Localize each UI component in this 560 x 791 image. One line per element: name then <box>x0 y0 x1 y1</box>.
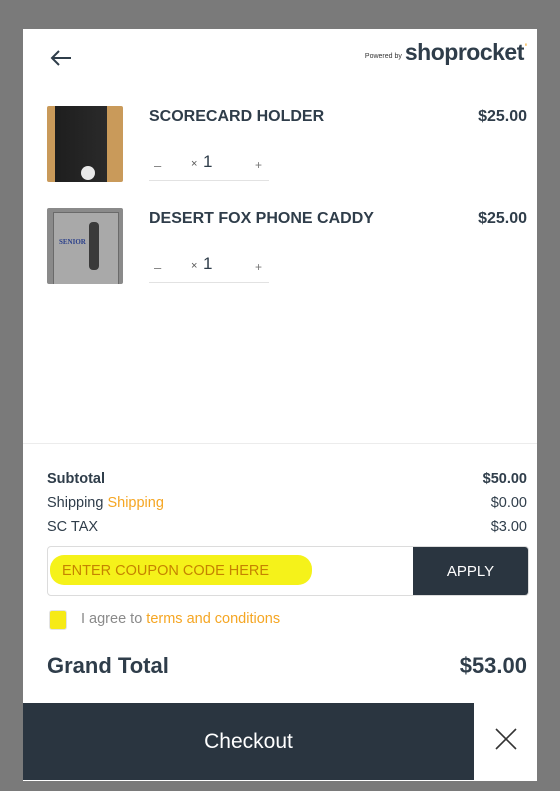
coupon-code-input[interactable] <box>48 547 413 595</box>
brand-name: shoprocket <box>404 39 524 65</box>
powered-by-text: Powered by <box>364 53 402 60</box>
decrease-quantity-button[interactable]: – <box>154 260 161 275</box>
item-price: $25.00 <box>478 108 527 125</box>
tax-label: SC TAX <box>47 519 99 535</box>
terms-agreement: I agree to terms and conditions <box>47 609 527 631</box>
product-card-graphic <box>53 212 119 284</box>
quantity-value[interactable]: 1 <box>203 152 212 172</box>
remove-item-button[interactable]: × <box>191 158 197 170</box>
quantity-stepper: – 1 + <box>149 150 269 181</box>
grand-total-label: Grand Total <box>47 653 169 678</box>
grand-total-value: $53.00 <box>459 653 527 678</box>
increase-quantity-button[interactable]: + <box>255 158 262 172</box>
product-logo-icon <box>81 166 95 180</box>
arrow-left-icon[interactable] <box>49 47 73 69</box>
shipping-link[interactable]: Shipping <box>107 495 163 511</box>
product-image: SENIOR <box>47 208 123 284</box>
quantity-stepper: – 1 + <box>149 252 269 283</box>
product-logo-text: SENIOR <box>59 238 86 246</box>
subtotal-value: $50.00 <box>482 471 527 487</box>
grand-total-row: Grand Total $53.00 <box>47 653 527 683</box>
checkout-button[interactable]: Checkout <box>23 703 474 780</box>
item-name: SCORECARD HOLDER <box>149 108 325 125</box>
cart-panel: Powered by shoprocket ' SCORECARD HOLDER… <box>23 29 537 781</box>
shipping-value: $0.00 <box>490 495 527 511</box>
tax-row: SC TAX $3.00 <box>47 519 527 539</box>
golfer-figure <box>89 222 99 270</box>
increase-quantity-button[interactable]: + <box>255 260 262 274</box>
apply-coupon-button[interactable]: APPLY <box>413 547 528 595</box>
item-price: $25.00 <box>478 210 527 227</box>
terms-link[interactable]: terms and conditions <box>146 611 280 627</box>
shipping-label: Shipping <box>47 495 104 511</box>
shipping-label-group: Shipping Shipping <box>47 495 164 511</box>
close-button[interactable] <box>474 703 537 780</box>
cart-item: SCORECARD HOLDER $25.00 – 1 + × <box>47 106 527 186</box>
product-image <box>47 106 123 182</box>
coupon-form: APPLY <box>47 546 529 596</box>
shoprocket-logo: Powered by shoprocket ' <box>365 39 527 66</box>
cart-item: SENIOR DESERT FOX PHONE CADDY $25.00 – 1… <box>47 208 527 288</box>
quantity-value[interactable]: 1 <box>203 254 212 274</box>
subtotal-label: Subtotal <box>47 471 105 487</box>
tax-value: $3.00 <box>490 519 527 535</box>
terms-prefix: I agree to <box>81 611 147 627</box>
section-divider <box>23 443 537 444</box>
subtotal-row: Subtotal $50.00 <box>47 471 527 491</box>
decrease-quantity-button[interactable]: – <box>154 158 161 173</box>
shipping-row: Shipping Shipping $0.00 <box>47 495 527 515</box>
terms-text: I agree to terms and conditions <box>81 611 280 627</box>
remove-item-button[interactable]: × <box>191 260 197 272</box>
close-icon[interactable] <box>493 726 519 757</box>
terms-checkbox[interactable] <box>49 610 67 630</box>
item-name: DESERT FOX PHONE CADDY <box>149 210 374 227</box>
brand-mark: ' <box>524 42 527 52</box>
